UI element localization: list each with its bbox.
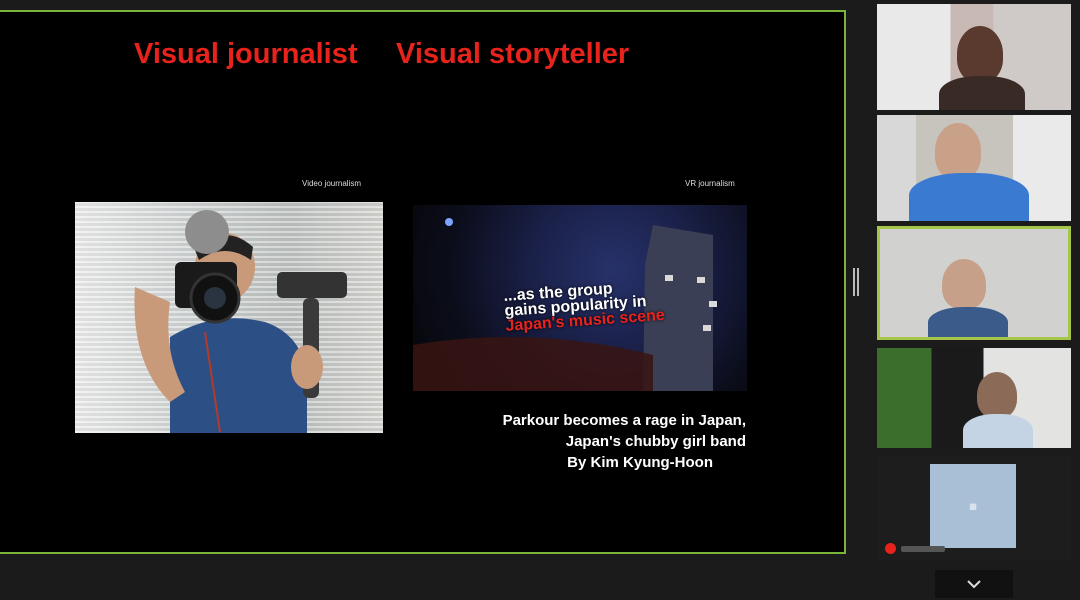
- avatar-initial-placeholder: ▪: [968, 490, 978, 521]
- story-line-2: Japan's chubby girl band: [565, 433, 746, 450]
- avatar: ▪: [930, 464, 1016, 548]
- participant-name-label: [901, 546, 945, 552]
- screen-share-area: Visual journalist Visual storyteller Vid…: [0, 10, 846, 554]
- panel-divider-handle[interactable]: [853, 268, 859, 296]
- story-credits: Parkour becomes a rage in Japan, Japan's…: [466, 410, 746, 473]
- caption-video-journalism: Video journalism: [302, 179, 361, 188]
- slide-title-right: Visual storyteller: [396, 38, 630, 70]
- participant-tile-4[interactable]: [877, 348, 1071, 448]
- mic-muted-icon: [885, 543, 896, 554]
- story-byline: By Kim Kyung-Hoon: [567, 454, 713, 471]
- photographer-photo: [75, 202, 383, 433]
- vr-video-still: ...as the group gains popularity in Japa…: [413, 205, 747, 391]
- participant-tile-active-speaker[interactable]: [877, 226, 1071, 340]
- gallery-scroll-down-button[interactable]: [935, 570, 1013, 598]
- slide-title-left: Visual journalist: [134, 38, 358, 70]
- caption-vr-journalism: VR journalism: [685, 179, 735, 188]
- participant-tile-2[interactable]: [877, 115, 1071, 221]
- chevron-down-icon: [967, 580, 981, 589]
- story-line-1: Parkour becomes a rage in Japan,: [502, 412, 746, 429]
- drag-handle-icon: [853, 268, 855, 296]
- participant-tile-1[interactable]: [877, 4, 1071, 110]
- participant-tile-avatar[interactable]: ▪: [877, 456, 1071, 560]
